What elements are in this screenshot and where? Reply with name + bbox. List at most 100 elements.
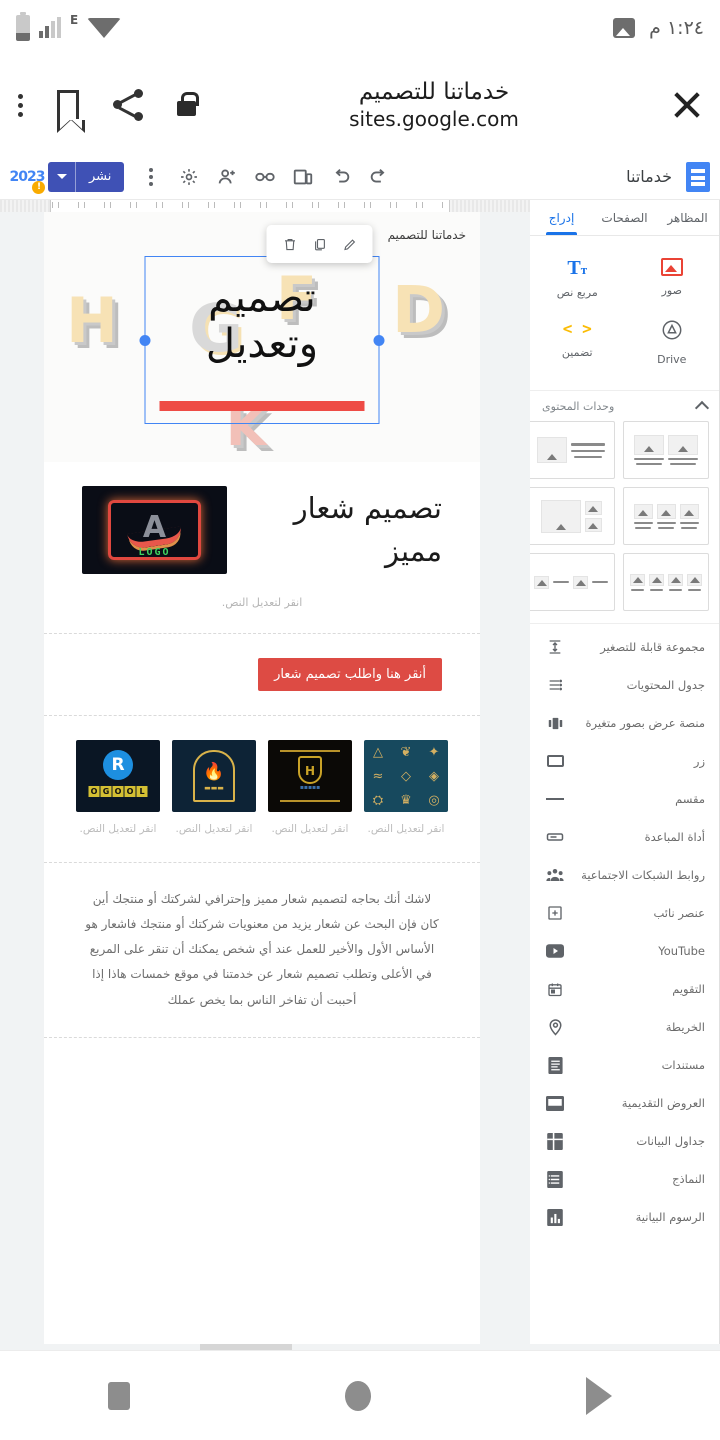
sidebar-item-label: جدول المحتويات	[626, 678, 705, 692]
hero-section[interactable]: H G F D K خدماتنا للتصميم تصميم وتعديل	[44, 212, 480, 462]
tab-pages[interactable]: الصفحات	[593, 200, 656, 235]
collapsible-group-icon	[544, 639, 566, 655]
layout-option[interactable]	[530, 487, 615, 545]
sidebar-item-placeholder[interactable]: عنصر نائب	[530, 894, 719, 932]
sidebar-item-table-of-contents[interactable]: جدول المحتويات	[530, 666, 719, 704]
sidebar-item-forms[interactable]: النماذج	[530, 1160, 719, 1198]
sidebar-item-label: أداة المباعدة	[644, 830, 705, 844]
sidebar-item-social-links[interactable]: روابط الشبكات الاجتماعية	[530, 856, 719, 894]
duplicate-icon[interactable]	[307, 231, 333, 257]
gallery-item[interactable]: R LOOGO انقر لتعديل النص.	[76, 740, 160, 838]
back-button[interactable]	[586, 1376, 613, 1415]
close-icon[interactable]	[672, 90, 702, 120]
description-paragraph: لاشك أنك بحاجه لتصميم شعار مميز وإحترافي…	[85, 891, 439, 1007]
insert-item-textbox[interactable]: Tт مربع نص	[530, 248, 625, 309]
order-logo-button[interactable]: أنقر هنا واطلب تصميم شعار	[258, 658, 442, 691]
add-person-icon[interactable]	[208, 158, 246, 196]
layout-option[interactable]	[530, 553, 615, 611]
sidebar-item-label: منصة عرض بصور متغيرة	[585, 716, 705, 730]
hero-site-title: خدماتنا للتصميم	[387, 228, 466, 242]
embed-icon: < >	[562, 319, 592, 338]
recents-button[interactable]	[107, 1381, 130, 1410]
gallery-image-1[interactable]: ✦ ❦ △ ◈ ◇ ≈ ◎ ♛ ⛭	[364, 740, 448, 812]
edge-icon: E	[70, 13, 79, 27]
tab-themes[interactable]: المظاهر	[656, 200, 719, 235]
sidebar-item-map[interactable]: الخريطة	[530, 1008, 719, 1046]
sidebar-item-youtube[interactable]: YouTube	[530, 932, 719, 970]
delete-icon[interactable]	[277, 231, 303, 257]
layout-option[interactable]	[623, 421, 709, 479]
badge-warning-icon: !	[32, 180, 45, 194]
lock-icon	[177, 91, 199, 116]
sidebar-item-charts[interactable]: الرسوم البيانية	[530, 1198, 719, 1236]
chevron-down-icon[interactable]	[48, 161, 76, 192]
wifi-icon	[87, 18, 122, 38]
gallery-item[interactable]: ✦ ❦ △ ◈ ◇ ≈ ◎ ♛ ⛭ انقر لتعديل النص.	[364, 740, 448, 838]
sidebar-item-label: YouTube	[658, 944, 705, 958]
publish-button[interactable]: نشر	[48, 161, 125, 192]
gallery-item[interactable]: 🔥 ▬▬▬ انقر لتعديل النص.	[172, 740, 256, 838]
resize-handle-left[interactable]	[139, 334, 151, 346]
layout-option[interactable]	[530, 421, 615, 479]
sidebar-item-label: عنصر نائب	[653, 906, 705, 920]
logo-image[interactable]: A LOGO	[82, 486, 227, 574]
insert-item-images[interactable]: صور	[625, 248, 720, 309]
selected-text-block[interactable]: تصميم وتعديل	[139, 225, 385, 424]
layout-option[interactable]	[623, 553, 709, 611]
map-icon	[544, 1018, 566, 1036]
browser-header: خدماتنا للتصميم sites.google.com	[0, 56, 720, 154]
horizontal-ruler	[0, 200, 530, 212]
redo-icon[interactable]	[360, 158, 398, 196]
gallery-item[interactable]: H ▪▪▪▪▪ انقر لتعديل النص.	[268, 740, 352, 838]
home-button[interactable]	[344, 1380, 371, 1411]
edit-icon[interactable]	[337, 231, 363, 257]
gallery-image-2[interactable]: H ▪▪▪▪▪	[268, 740, 352, 812]
status-bar: E ١:٢٤ م	[0, 0, 720, 56]
insert-item-drive[interactable]: Drive	[625, 309, 720, 376]
sidebar-item-button[interactable]: زر	[530, 742, 719, 780]
paragraph-section[interactable]: لاشك أنك بحاجه لتصميم شعار مميز وإحترافي…	[44, 863, 480, 1038]
logo-section-hint[interactable]: انقر لتعديل النص.	[82, 596, 442, 609]
tab-insert[interactable]: إدراج	[530, 200, 593, 235]
gallery-image-3[interactable]: 🔥 ▬▬▬	[172, 740, 256, 812]
sidebar-item-sheets[interactable]: جداول البيانات	[530, 1122, 719, 1160]
chevron-up-icon[interactable]	[694, 400, 710, 416]
content-blocks-header[interactable]: وحدات المحتوى	[530, 391, 719, 417]
sidebar-item-label: جداول البيانات	[636, 1134, 705, 1148]
sidebar-item-image-carousel[interactable]: منصة عرض بصور متغيرة	[530, 704, 719, 742]
sidebar-item-label: الخريطة	[665, 1020, 705, 1034]
logo-section[interactable]: تصميم شعار مميز A LOGO انقر لتعديل النص.	[44, 462, 480, 634]
divider-icon	[544, 798, 566, 800]
layout-option[interactable]	[623, 487, 709, 545]
gallery-caption[interactable]: انقر لتعديل النص.	[172, 822, 256, 838]
insert-item-label: مربع نص	[556, 286, 598, 299]
decor-letter-h: H	[66, 284, 118, 357]
spacer-icon	[544, 831, 566, 843]
sidebar-item-collapsible-group[interactable]: مجموعة قابلة للتصغير	[530, 628, 719, 666]
google-sites-icon[interactable]	[686, 161, 710, 192]
gallery-image-4[interactable]: R LOOGO	[76, 740, 160, 812]
share-icon[interactable]	[113, 89, 143, 121]
preview-icon[interactable]	[284, 158, 322, 196]
undo-icon[interactable]	[322, 158, 360, 196]
photo-icon	[613, 18, 636, 38]
settings-icon[interactable]	[170, 158, 208, 196]
gallery-caption[interactable]: انقر لتعديل النص.	[76, 822, 160, 838]
more-options-icon[interactable]	[18, 93, 23, 117]
link-icon[interactable]	[246, 158, 284, 196]
bookmark-icon[interactable]	[57, 90, 85, 133]
resize-handle-right[interactable]	[373, 334, 385, 346]
gallery-caption[interactable]: انقر لتعديل النص.	[268, 822, 352, 838]
more-vert-icon[interactable]	[132, 158, 170, 196]
sidebar-item-docs[interactable]: مستندات	[530, 1046, 719, 1084]
sidebar-item-label: الرسوم البيانية	[635, 1210, 705, 1224]
sidebar-item-calendar[interactable]: التقويم	[530, 970, 719, 1008]
year-badge-icon[interactable]: 2023 !	[10, 162, 45, 194]
gallery-caption[interactable]: انقر لتعديل النص.	[364, 822, 448, 838]
sidebar-item-spacer[interactable]: أداة المباعدة	[530, 818, 719, 856]
insert-item-embed[interactable]: < > تضمين	[530, 309, 625, 376]
canvas-area: H G F D K خدماتنا للتصميم تصميم وتعديل ت…	[0, 200, 530, 1350]
sidebar-item-divider[interactable]: مقسم	[530, 780, 719, 818]
sidebar-item-slides[interactable]: العروض التقديمية	[530, 1084, 719, 1122]
phone-screen: E ١:٢٤ م خدماتنا للتصميم sites.google.co…	[0, 0, 720, 1440]
